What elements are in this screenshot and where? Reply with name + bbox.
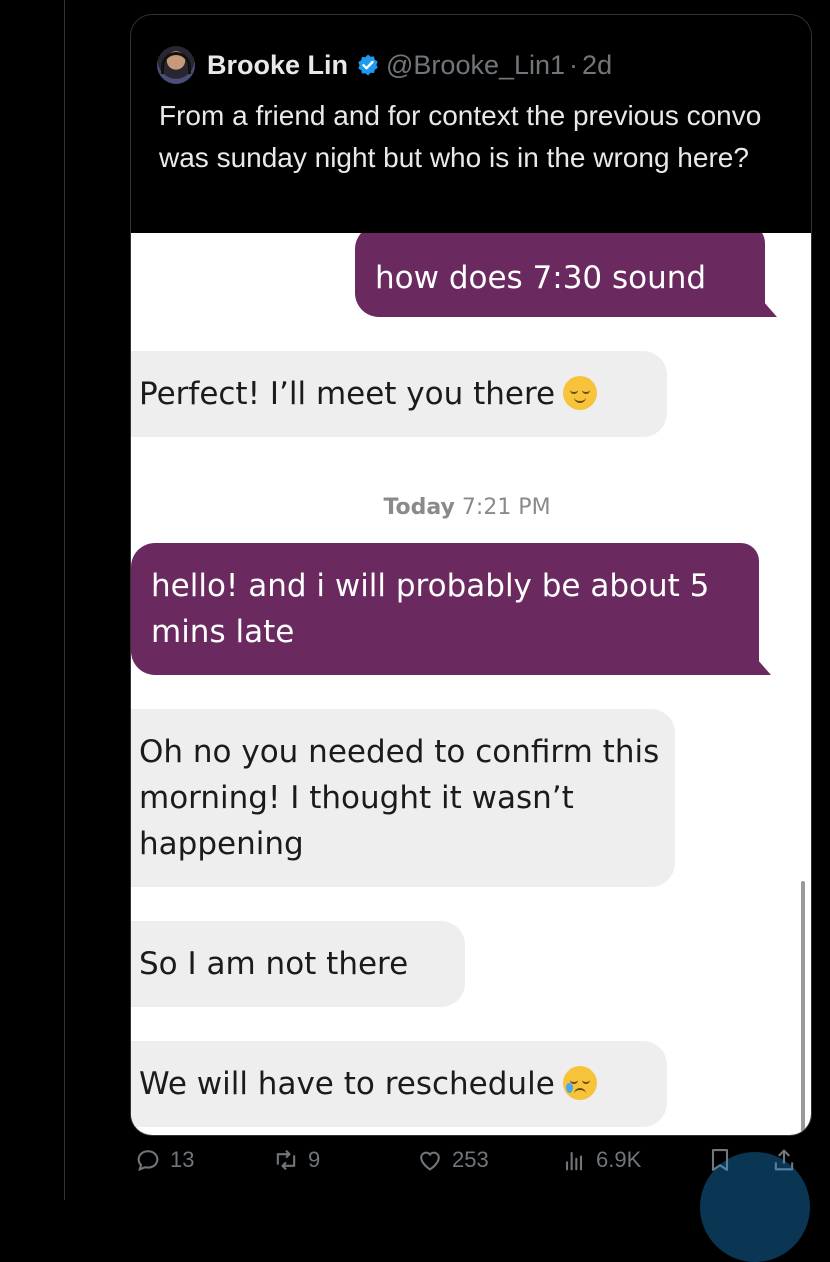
avatar[interactable]: [157, 46, 195, 84]
timestamp-day: Today: [383, 495, 455, 520]
like-button[interactable]: 253: [416, 1146, 489, 1174]
compose-fab-button[interactable]: [700, 1152, 810, 1262]
message-text: So I am not there: [139, 946, 409, 982]
post-header: Brooke Lin @Brooke_Lin1 · 2d: [157, 45, 612, 85]
reply-button[interactable]: 13: [134, 1146, 194, 1174]
message-text: how does 7:30 sound: [375, 260, 707, 296]
message-text: hello! and i will probably be about 5 mi…: [151, 568, 710, 650]
repost-count: 9: [308, 1147, 321, 1172]
verified-badge-icon: [356, 53, 380, 77]
repost-icon: [276, 1149, 296, 1171]
chat-timestamp: Today 7:21 PM: [131, 495, 803, 520]
relieved-face-emoji-icon: [563, 376, 598, 410]
message-bubble-incoming: Perfect! I’ll meet you there: [131, 351, 667, 437]
post-text: From a friend and for context the previo…: [159, 100, 762, 173]
message-bubble-outgoing: how does 7:30 sound: [355, 233, 777, 317]
repost-button[interactable]: 9: [272, 1146, 320, 1174]
sad-relieved-face-emoji-icon: [562, 1066, 597, 1100]
message-bubble-outgoing: hello! and i will probably be about 5 mi…: [131, 543, 771, 675]
message-text: We will have to reschedule: [139, 1066, 555, 1102]
reply-count: 13: [170, 1147, 195, 1172]
timestamp-time: 7:21 PM: [461, 495, 551, 520]
post-age[interactable]: 2d: [582, 50, 612, 81]
scrollbar[interactable]: [801, 881, 805, 1133]
message-text: Oh no you needed to confirm this morning…: [139, 734, 660, 862]
author-handle[interactable]: @Brooke_Lin1: [386, 50, 565, 81]
chat-screenshot[interactable]: how does 7:30 sound Perfect! I’ll meet y…: [131, 233, 811, 1135]
thread-line: [64, 0, 65, 1200]
author-name[interactable]: Brooke Lin: [207, 50, 348, 81]
like-count: 253: [452, 1147, 489, 1172]
quoted-post[interactable]: Brooke Lin @Brooke_Lin1 · 2d From a frie…: [130, 14, 812, 1136]
message-bubble-incoming: Oh no you needed to confirm this morning…: [131, 709, 675, 887]
reply-icon: [137, 1150, 159, 1172]
separator-dot: ·: [569, 49, 579, 80]
views-chart-icon: [565, 1151, 583, 1171]
views-count: 6.9K: [596, 1147, 642, 1172]
message-bubble-incoming: So I am not there: [131, 921, 465, 1007]
heart-icon: [420, 1151, 440, 1171]
message-text: Perfect! I’ll meet you there: [139, 376, 556, 412]
views-button[interactable]: 6.9K: [560, 1146, 641, 1174]
message-bubble-incoming: We will have to reschedule: [131, 1041, 667, 1127]
